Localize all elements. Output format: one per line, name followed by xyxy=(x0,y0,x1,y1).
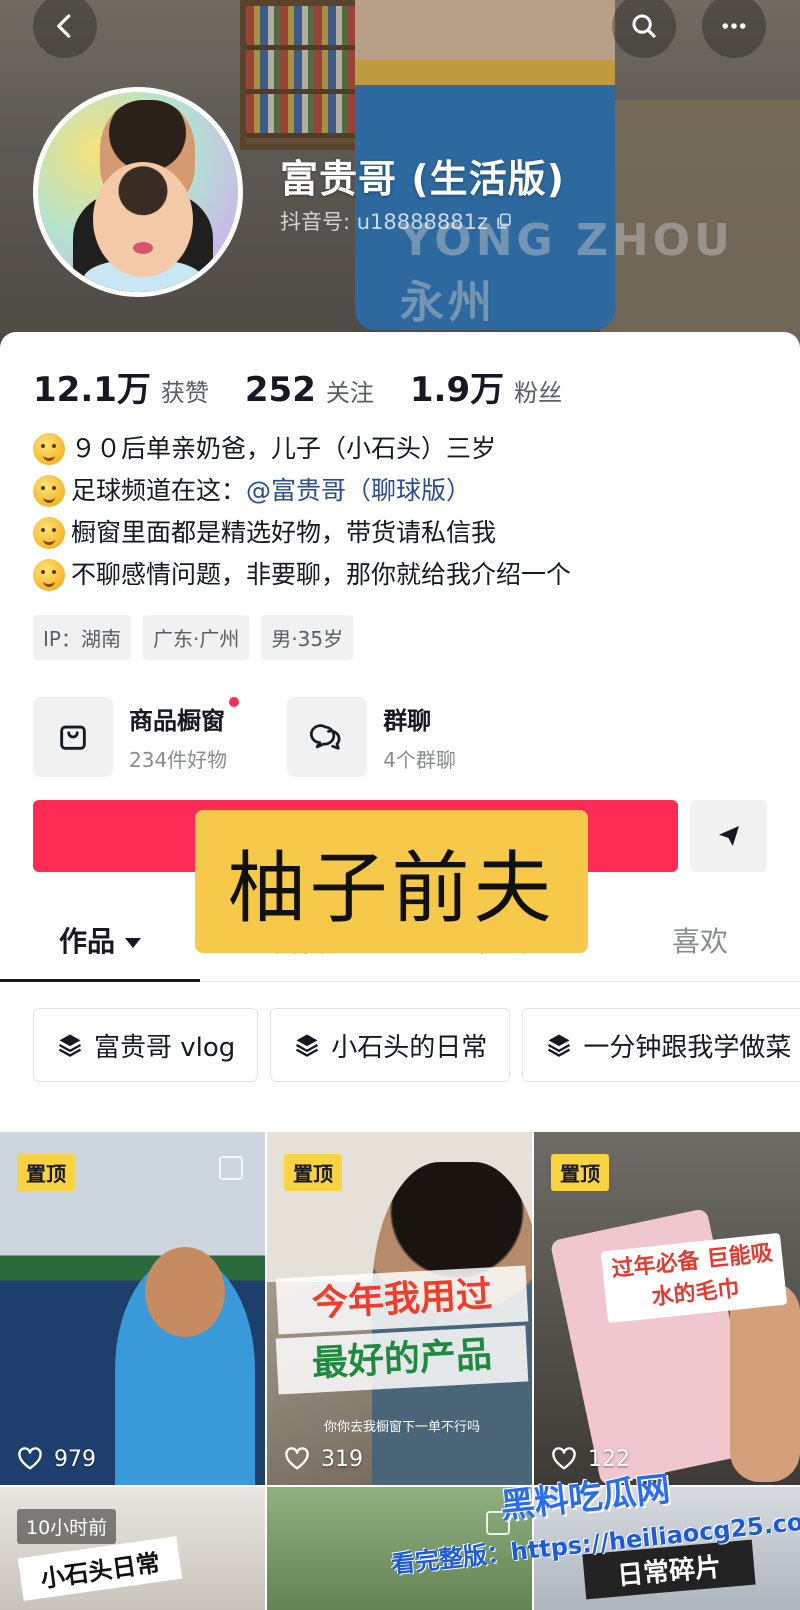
search-icon xyxy=(632,14,656,38)
notification-dot xyxy=(229,697,240,707)
cover-caption: 小石头日常 xyxy=(17,1536,183,1601)
video-thumbnail[interactable]: 置顶 今年我用过 最好的产品 你你去我橱窗下一单不行吗 319 xyxy=(267,1132,532,1485)
video-thumbnail[interactable]: 置顶 979 xyxy=(0,1132,265,1485)
stat-value: 12.1万 xyxy=(33,370,151,410)
collection-chip[interactable]: 小石头的日常 xyxy=(270,1008,511,1082)
pinned-badge: 置顶 xyxy=(551,1154,609,1191)
shop-window-shortcut[interactable]: 商品橱窗 234件好物 xyxy=(33,697,240,777)
profile-shortcuts: 商品橱窗 234件好物 群聊 4个群聊 xyxy=(33,697,456,777)
video-thumbnail[interactable]: 日常碎片 xyxy=(534,1487,800,1610)
location-tag: 广东·广州 xyxy=(142,615,250,660)
bio-line: 不聊感情问题，非要聊，那你就给我介绍一个 xyxy=(33,554,773,596)
stat-label: 获赞 xyxy=(160,379,209,407)
time-badge: 10小时前 xyxy=(17,1509,117,1544)
caret-down-icon xyxy=(125,938,141,948)
douyin-id-text: 抖音号: u18888881z xyxy=(280,210,488,234)
bag-icon xyxy=(60,725,86,750)
smile-emoji-icon xyxy=(33,559,65,591)
select-checkbox[interactable] xyxy=(219,1156,243,1180)
heart-icon xyxy=(285,1447,309,1470)
chat-icon xyxy=(310,724,341,750)
collection-chips: 富贵哥 vlog 小石头的日常 一分钟跟我学做菜 xyxy=(33,1008,800,1082)
gender-age-tag: 男·35岁 xyxy=(261,615,354,660)
shop-window-title: 商品橱窗 xyxy=(129,707,225,735)
pinned-badge: 置顶 xyxy=(284,1154,342,1191)
layers-icon xyxy=(58,1034,82,1057)
cover-subtitle: 你你去我橱窗下一单不行吗 xyxy=(323,1420,480,1435)
bio-mention-link[interactable]: @富贵哥（聊球版） xyxy=(246,470,471,512)
cover-caption: 今年我用过 最好的产品 xyxy=(275,1265,529,1395)
overlay-caption: 柚子前夫 xyxy=(195,810,588,953)
heart-icon xyxy=(18,1447,42,1470)
wink-emoji-icon xyxy=(33,475,65,507)
video-grid: 置顶 979 置顶 今年我用过 最好的产品 你你去我橱窗下一单不行吗 319 置… xyxy=(0,1132,800,1610)
heart-icon xyxy=(552,1447,576,1470)
stat-followers[interactable]: 1.9万 粉丝 xyxy=(410,362,562,411)
layers-icon xyxy=(548,1034,571,1057)
stat-following[interactable]: 252 关注 xyxy=(245,370,374,410)
bio-line: 足球频道在这： @富贵哥（聊球版） xyxy=(33,470,773,512)
party-face-emoji-icon xyxy=(33,433,65,465)
share-button[interactable] xyxy=(690,800,767,872)
layers-icon xyxy=(296,1034,319,1057)
profile-tags: IP：湖南 广东·广州 男·35岁 xyxy=(33,615,354,660)
more-dots-icon xyxy=(722,23,746,29)
profile-page: YONG ZHOU 永州 富贵哥 (生活版) 抖音号: u18888881z 1… xyxy=(0,0,800,1610)
video-thumbnail[interactable]: 置顶 过年必备 巨能吸水的毛巾 122 xyxy=(534,1132,800,1485)
shop-window-subtitle: 234件好物 xyxy=(129,748,228,772)
profile-card: 12.1万 获赞 252 关注 1.9万 粉丝 ９０后单亲奶爸，儿子（小石头）三… xyxy=(0,332,800,1610)
tab-likes[interactable]: 喜欢 xyxy=(600,902,800,981)
kiss-emoji-icon xyxy=(33,517,65,549)
bio-line: 橱窗里面都是精选好物，带货请私信我 xyxy=(33,512,773,554)
profile-bio: ９０后单亲奶爸，儿子（小石头）三岁 足球频道在这： @富贵哥（聊球版） 橱窗里面… xyxy=(33,428,773,596)
profile-stats: 12.1万 获赞 252 关注 1.9万 粉丝 xyxy=(33,362,598,411)
profile-nickname: 富贵哥 (生活版) xyxy=(280,157,565,201)
select-checkbox[interactable] xyxy=(486,1511,510,1535)
collection-chip[interactable]: 一分钟跟我学做菜 xyxy=(522,1008,800,1082)
avatar[interactable] xyxy=(33,87,243,297)
group-chat-shortcut[interactable]: 群聊 4个群聊 xyxy=(287,697,456,777)
like-count: 979 xyxy=(16,1445,96,1473)
video-thumbnail[interactable]: 10小时前 小石头日常 xyxy=(0,1487,265,1610)
stat-likes[interactable]: 12.1万 获赞 xyxy=(33,362,209,411)
pinned-badge: 置顶 xyxy=(17,1154,75,1191)
like-count: 319 xyxy=(283,1445,363,1473)
group-chat-title: 群聊 xyxy=(383,707,432,735)
cover-caption: 日常碎片 xyxy=(582,1539,756,1600)
tab-works[interactable]: 作品 xyxy=(0,902,200,982)
douyin-id[interactable]: 抖音号: u18888881z xyxy=(280,206,514,236)
stat-label: 粉丝 xyxy=(514,379,563,407)
copy-icon[interactable] xyxy=(494,211,514,231)
stat-value: 1.9万 xyxy=(409,370,505,410)
stat-label: 关注 xyxy=(325,379,374,407)
stat-value: 252 xyxy=(244,370,316,410)
video-thumbnail[interactable] xyxy=(267,1487,532,1610)
collection-chip[interactable]: 富贵哥 vlog xyxy=(33,1008,259,1082)
ip-tag: IP：湖南 xyxy=(33,615,131,660)
chevron-left-icon xyxy=(57,14,71,38)
like-count: 122 xyxy=(550,1445,630,1473)
send-icon xyxy=(718,826,739,846)
group-chat-subtitle: 4个群聊 xyxy=(383,748,456,772)
bio-line: ９０后单亲奶爸，儿子（小石头）三岁 xyxy=(33,428,773,470)
